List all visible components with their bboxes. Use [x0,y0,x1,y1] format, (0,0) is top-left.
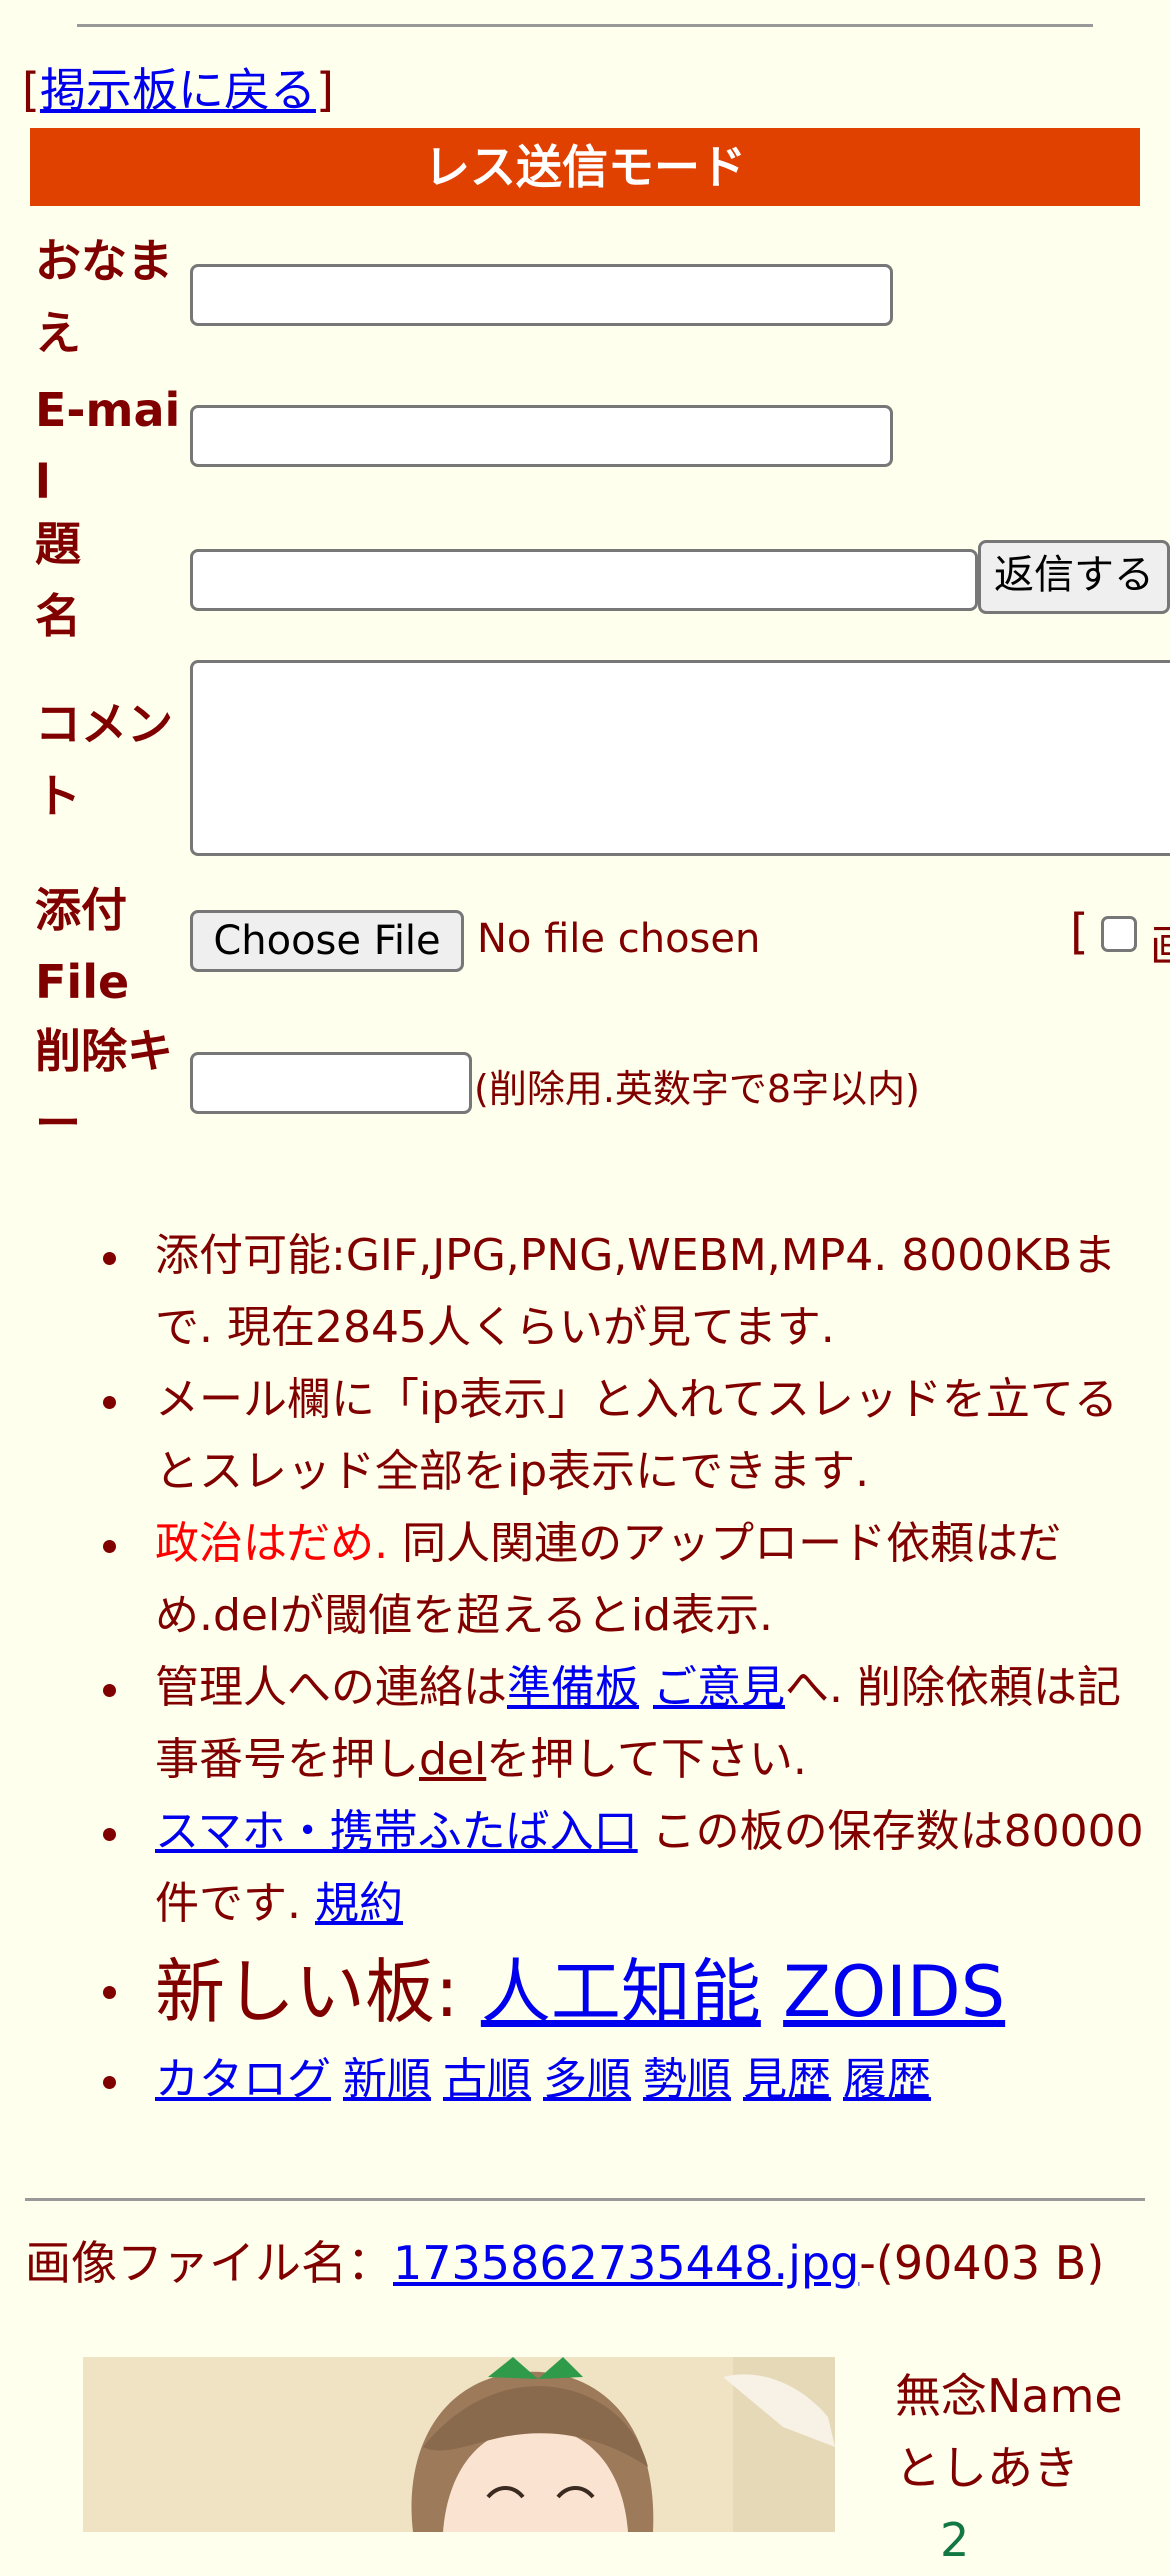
email-input[interactable] [190,405,893,467]
checkbox-bracket: [ [1070,904,1089,960]
name-input[interactable] [190,264,893,326]
comment-label: コメント [35,697,173,823]
list-item: スマホ・携帯ふたば入口 この板の保存数は80000件です. 規約 [0,1796,1170,1940]
prep-board-link[interactable]: 準備板 [507,1662,639,1713]
comment-textarea[interactable] [190,660,1170,856]
poster-extra: 2 [940,2513,970,2567]
list-item: カタログ 新順 古順 多順 勢順 見歴 履歴 [0,2044,1170,2116]
ai-board-link[interactable]: 人工知能 [481,1951,761,2033]
list-item: メール欄に「ip表示」と入れてスレッドを立てるとスレッド全部をip表示にできます… [0,1364,1170,1508]
politics-warning: 政治はだめ. [155,1518,389,1569]
reply-mode-banner: レス送信モード [30,128,1140,206]
list-item: 政治はだめ. 同人関連のアップロード依頼はだめ.delが閾値を超えるとid表示. [0,1508,1170,1652]
poster-subject: 無念Name [895,2369,1123,2423]
zoids-board-link[interactable]: ZOIDS [783,1951,1005,2033]
no-file-chosen-text: No file chosen [477,916,761,962]
sort-oldest-link[interactable]: 古順 [443,2054,531,2105]
sort-most-link[interactable]: 多順 [543,2054,631,2105]
mobile-entry-link[interactable]: スマホ・携帯ふたば入口 [155,1806,638,1857]
catalog-link[interactable]: カタログ [155,2054,331,2105]
checkbox-label: 画 [1150,910,1170,974]
del-text: del [419,1734,487,1785]
terms-link[interactable]: 規約 [315,1878,403,1929]
list-item: 管理人への連絡は準備板 ご意見へ. 削除依頼は記事番号を押しdelを押して下さい… [0,1652,1170,1796]
delete-key-hint: (削除用.英数字で8字以内) [474,1067,920,1111]
back-to-board-link[interactable]: 掲示板に戻る [40,63,316,117]
feedback-link[interactable]: ご意見 [653,1662,785,1713]
post-image-thumbnail[interactable] [83,2357,835,2532]
name-label: おなまえ [35,234,173,360]
subject-input[interactable] [190,549,978,611]
back-nav: [掲示板に戻る] [22,63,334,117]
image-option-checkbox[interactable] [1101,916,1137,952]
thread-divider [25,2198,1145,2201]
image-file-info: 画像ファイル名：1735862735448.jpg-(90403 B) [25,2236,1105,2290]
list-item: 添付可能:GIF,JPG,PNG,WEBM,MP4. 8000KBまで. 現在2… [0,1220,1170,1364]
poster-info: 無念Name としあき 2 [895,2360,1123,2576]
email-label: E-mail [35,383,181,509]
list-item: 新しい板: 人工知能 ZOIDS [0,1940,1170,2044]
sort-newest-link[interactable]: 新順 [343,2054,431,2105]
image-file-link[interactable]: 1735862735448.jpg [393,2236,859,2290]
choose-file-button[interactable]: Choose File [190,910,464,972]
view-history-link[interactable]: 見歴 [743,2054,831,2105]
subject-label: 題名 [35,517,81,643]
poster-name: としあき [895,2441,1079,2495]
delete-key-input[interactable] [190,1052,472,1114]
post-history-link[interactable]: 履歴 [843,2054,931,2105]
file-label: 添付File [35,883,130,1009]
board-notes-list: 添付可能:GIF,JPG,PNG,WEBM,MP4. 8000KBまで. 現在2… [0,1220,1170,2116]
sort-momentum-link[interactable]: 勢順 [643,2054,731,2105]
reply-submit-button[interactable]: 返信する [978,540,1170,614]
delete-key-label: 削除キー [35,1024,173,1150]
anime-illustration [83,2357,835,2532]
top-divider [77,24,1093,27]
